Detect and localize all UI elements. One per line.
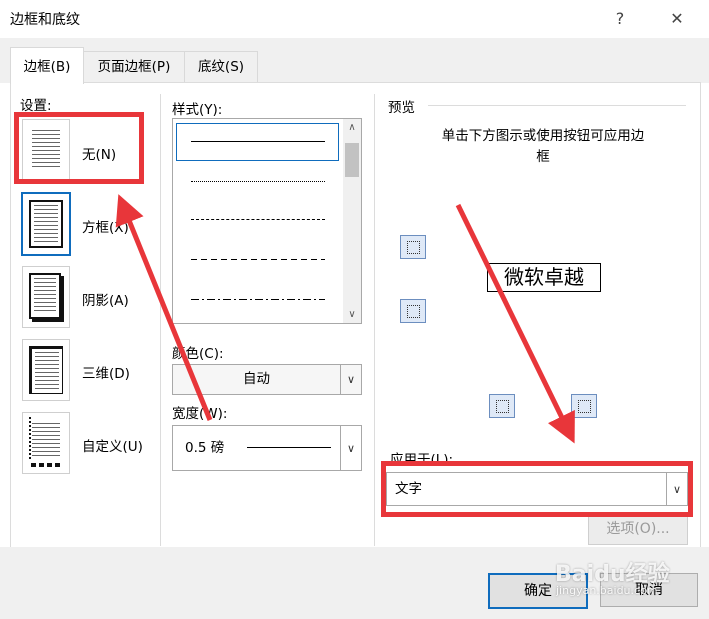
tab-borders[interactable]: 边框(B) xyxy=(10,47,84,84)
annotation-arrow-to-apply xyxy=(455,203,575,444)
annotation-arrow-to-none xyxy=(115,194,213,421)
annotation-arrows xyxy=(115,194,575,444)
